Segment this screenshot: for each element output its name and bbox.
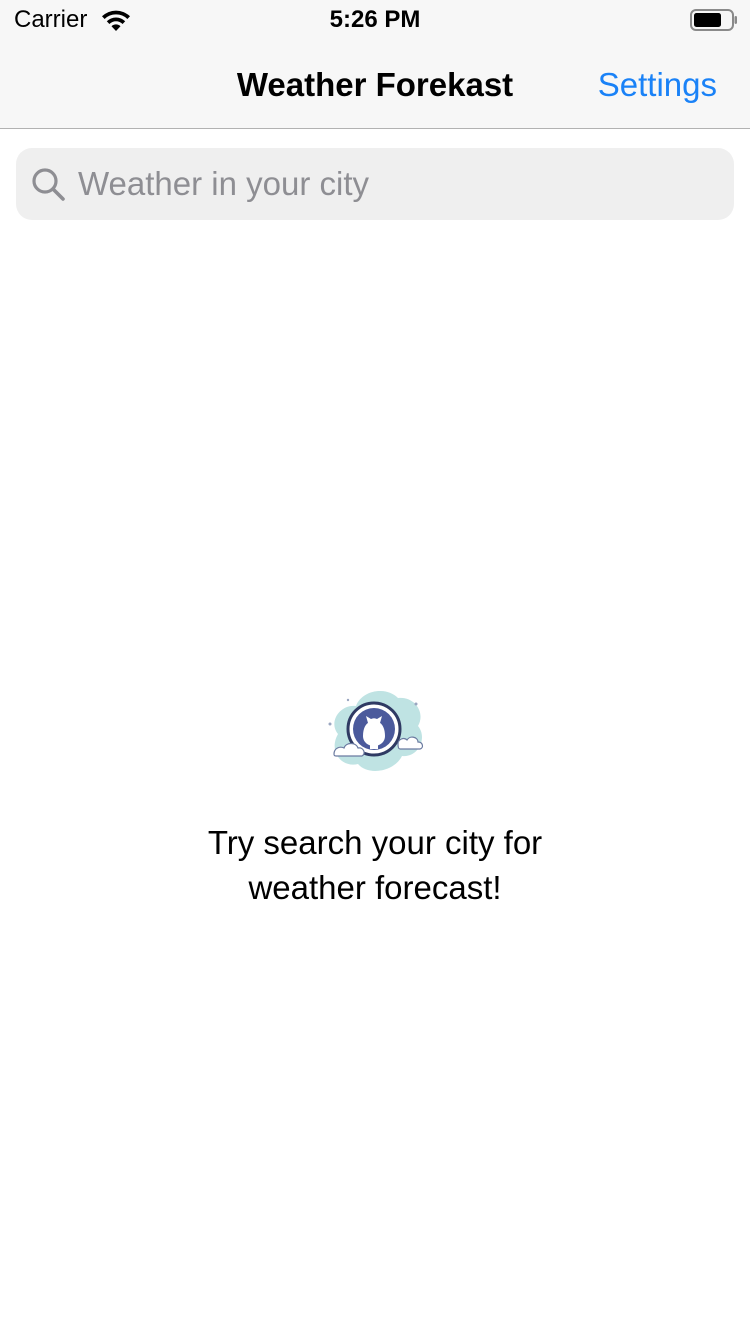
search-input[interactable] (78, 148, 718, 220)
status-time: 5:26 PM (329, 6, 421, 33)
search-bar[interactable] (16, 148, 734, 220)
settings-button[interactable]: Settings (598, 66, 717, 104)
empty-state-line-2: weather forecast! (248, 869, 502, 906)
status-bar: Carrier 5:26 PM (0, 0, 750, 40)
empty-state-message: Try search your city for weather forecas… (125, 820, 625, 910)
empty-state-line-1: Try search your city for (207, 824, 543, 861)
search-icon (32, 168, 65, 201)
weather-app-screen: Carrier 5:26 PM Weather Forekast Setting… (0, 0, 750, 1334)
octocat-globe-illustration (328, 691, 424, 771)
battery-icon (690, 9, 737, 31)
navigation-bar: Weather Forekast Settings (0, 40, 750, 129)
